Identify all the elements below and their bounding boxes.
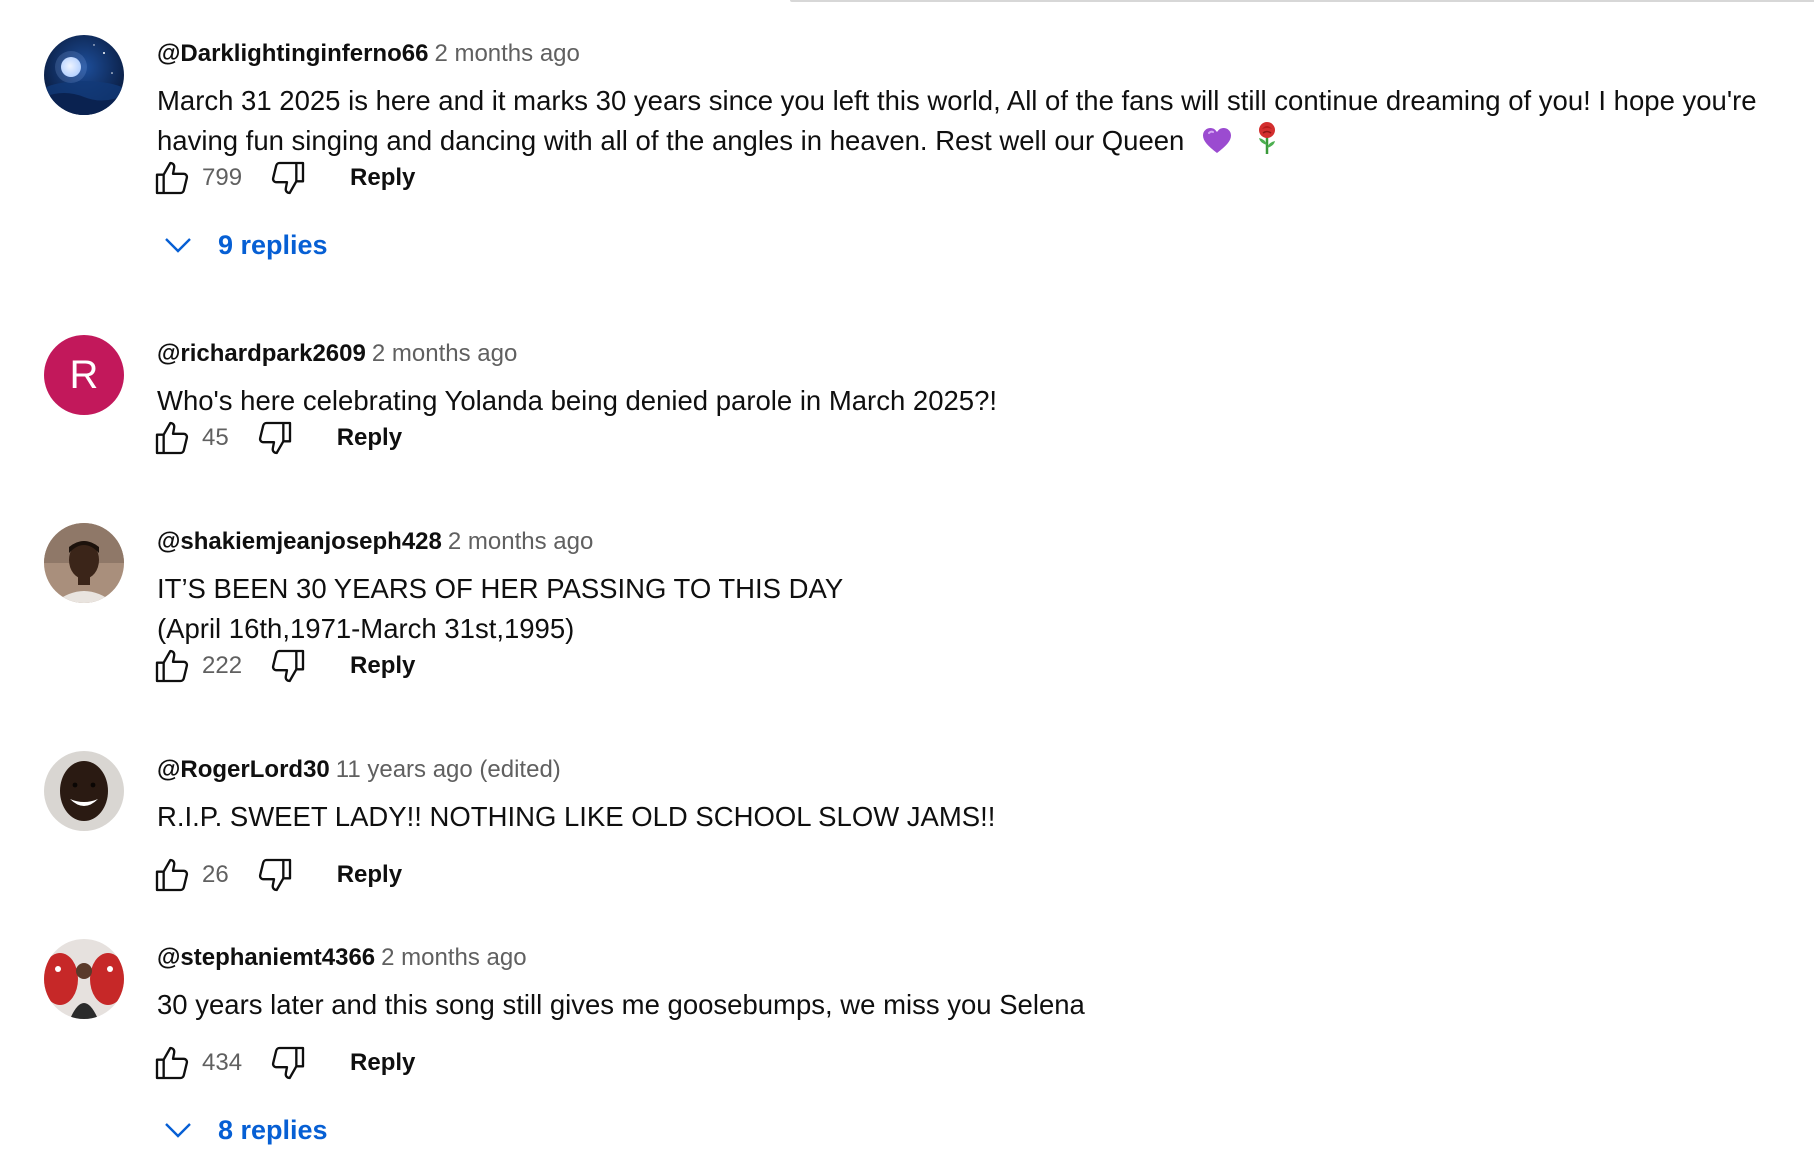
rose-icon [1254, 121, 1280, 166]
comment-text: March 31 2025 is here and it marks 30 ye… [157, 81, 1797, 166]
reply-button[interactable]: Reply [350, 652, 415, 680]
group-photo-icon [44, 939, 124, 1019]
comment-author[interactable]: @Darklightinginferno66 [157, 40, 428, 67]
comment-text-line: IT’S BEEN 30 YEARS OF HER PASSING TO THI… [157, 573, 844, 604]
like-button[interactable] [150, 853, 194, 897]
avatar[interactable] [44, 35, 124, 115]
chevron-down-icon [165, 1123, 191, 1138]
thumbs-down-icon [258, 858, 291, 892]
comment-author[interactable]: @stephaniemt4366 [157, 944, 375, 971]
avatar-letter: R [69, 352, 99, 397]
comment-text: R.I.P. SWEET LADY!! NOTHING LIKE OLD SCH… [157, 797, 1797, 837]
comment-actions: 222 Reply [150, 644, 415, 688]
comment-author[interactable]: @richardpark2609 [157, 340, 366, 367]
replies-count-label: 9 replies [218, 229, 328, 260]
comment-actions: 45 Reply [150, 416, 402, 460]
comment-header: @richardpark2609 2 months ago [157, 339, 517, 369]
comment-timestamp[interactable]: 2 months ago [434, 40, 579, 67]
moon-icon [44, 35, 124, 115]
chevron-down-icon [165, 238, 191, 253]
dislike-button[interactable] [266, 156, 310, 200]
reply-button[interactable]: Reply [350, 164, 415, 192]
comment-author[interactable]: @shakiemjeanjoseph428 [157, 528, 442, 555]
thumbs-down-icon [271, 1046, 305, 1080]
reply-button[interactable]: Reply [337, 424, 402, 452]
dislike-button[interactable] [253, 853, 297, 897]
like-button[interactable] [150, 156, 194, 200]
page-top-edge [790, 0, 1814, 2]
reply-button[interactable]: Reply [337, 861, 402, 889]
comment-header: @RogerLord30 11 years ago (edited) [157, 755, 561, 785]
comment-header: @stephaniemt4366 2 months ago [157, 943, 527, 973]
avatar[interactable] [44, 939, 124, 1019]
comment-header: @Darklightinginferno66 2 months ago [157, 39, 580, 69]
like-count: 222 [202, 652, 243, 679]
comment-text-line: 30 years later and this song still gives… [157, 989, 1085, 1020]
thumbs-up-icon [155, 1046, 189, 1080]
comment-actions: 434 Reply [150, 1041, 415, 1085]
comment-author[interactable]: @RogerLord30 [157, 756, 330, 783]
avatar[interactable] [44, 523, 124, 603]
comment-text: Who's here celebrating Yolanda being den… [157, 381, 1797, 421]
comment-timestamp[interactable]: 11 years ago (edited) [336, 756, 561, 783]
person-photo-icon [44, 523, 124, 603]
avatar[interactable]: R [44, 335, 124, 415]
like-count: 26 [202, 861, 229, 888]
dislike-button[interactable] [266, 644, 310, 688]
purple-heart-icon [1202, 126, 1232, 166]
like-button[interactable] [150, 1041, 194, 1085]
like-count: 434 [202, 1049, 243, 1076]
comment-timestamp[interactable]: 2 months ago [448, 528, 593, 555]
dislike-button[interactable] [266, 1041, 310, 1085]
comment-actions: 26 Reply [150, 853, 402, 897]
like-count: 799 [202, 164, 243, 191]
comment-text-line: March 31 2025 is here and it marks 30 ye… [157, 85, 1757, 156]
comment-header: @shakiemjeanjoseph428 2 months ago [157, 527, 593, 557]
comment-text-line: (April 16th,1971-March 31st,1995) [157, 613, 575, 644]
like-button[interactable] [150, 644, 194, 688]
thumbs-up-icon [155, 858, 189, 892]
thumbs-down-icon [258, 421, 291, 455]
dislike-button[interactable] [253, 416, 297, 460]
thumbs-down-icon [271, 649, 305, 683]
like-button[interactable] [150, 416, 194, 460]
comment-text-line: Who's here celebrating Yolanda being den… [157, 385, 998, 416]
thumbs-up-icon [155, 161, 189, 195]
comment-text: IT’S BEEN 30 YEARS OF HER PASSING TO THI… [157, 569, 1797, 649]
comment-timestamp[interactable]: 2 months ago [372, 340, 517, 367]
reply-button[interactable]: Reply [350, 1049, 415, 1077]
comment-timestamp[interactable]: 2 months ago [381, 944, 526, 971]
thumbs-up-icon [155, 649, 189, 683]
comment-text: 30 years later and this song still gives… [157, 985, 1797, 1025]
comment-text-line: R.I.P. SWEET LADY!! NOTHING LIKE OLD SCH… [157, 801, 996, 832]
comment-actions: 799 Reply [150, 156, 415, 200]
view-replies-button[interactable]: 8 replies [160, 1108, 328, 1152]
view-replies-button[interactable]: 9 replies [160, 223, 328, 267]
replies-count-label: 8 replies [218, 1114, 328, 1145]
avatar[interactable] [44, 751, 124, 831]
like-count: 45 [202, 424, 229, 451]
smiling-person-icon [44, 751, 124, 831]
thumbs-down-icon [271, 161, 305, 195]
thumbs-up-icon [155, 421, 189, 455]
